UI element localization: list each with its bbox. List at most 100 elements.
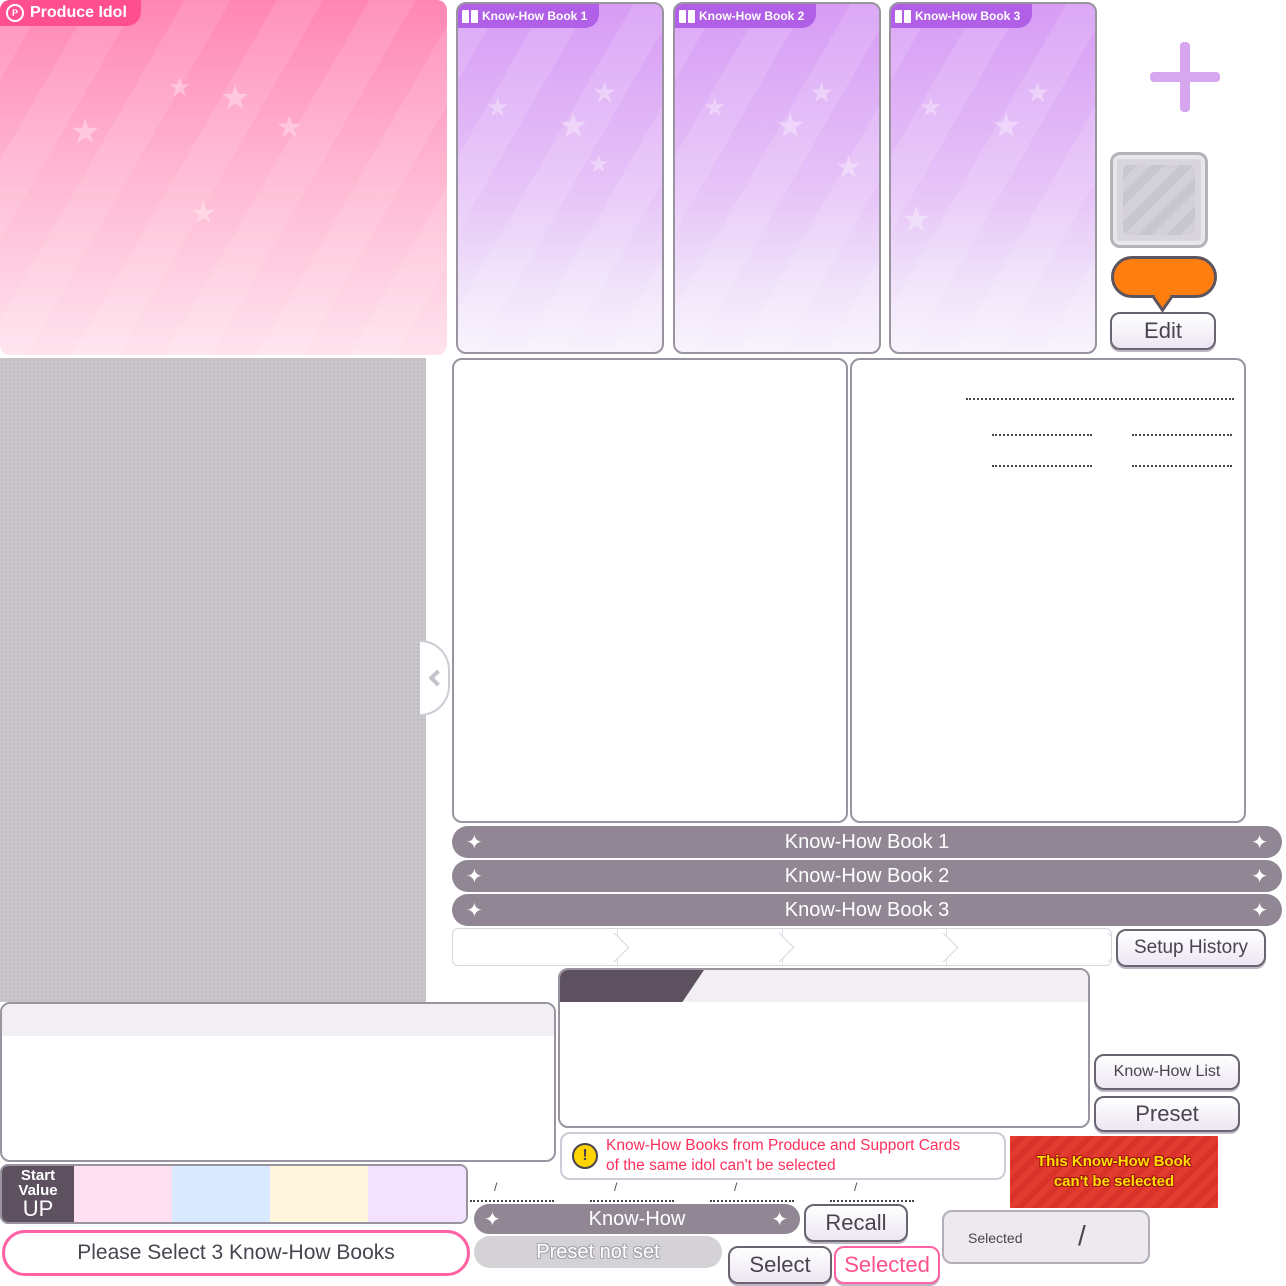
sparkle-icon: ✦ (771, 1209, 788, 1231)
star-decoration: ★ (775, 107, 806, 145)
exclamation-icon: ! (572, 1143, 598, 1169)
history-step (618, 929, 783, 965)
plus-icon[interactable] (1150, 42, 1220, 112)
knowhow-book-bar-1[interactable]: ✦ Know-How Book 1 ✦ (452, 826, 1282, 858)
book-card-label: Know-How Book 1 (458, 4, 600, 28)
edit-button[interactable]: Edit (1110, 312, 1216, 350)
sparkle-icon: ✦ (466, 866, 483, 888)
book-card-label-text: Know-How Book 3 (915, 9, 1021, 23)
knowhow-list-button[interactable]: Know-How List (1094, 1054, 1240, 1090)
bar-label: Know-How Book 1 (784, 830, 950, 853)
info-panel (0, 1002, 556, 1162)
book-card-label: Know-How Book 2 (675, 4, 817, 28)
history-step (453, 929, 618, 965)
star-decoration: ★ (276, 111, 303, 144)
detail-panel (558, 968, 1090, 1128)
setup-history-button[interactable]: Setup History (1116, 929, 1266, 967)
slot-slash: / (494, 1180, 498, 1194)
dotted-line (966, 398, 1234, 400)
start-value-label: Start Value UP (2, 1166, 74, 1222)
knowhow-book-card-2[interactable]: ★ ★ ★ ★ Know-How Book 2 (673, 2, 881, 354)
bar-label: Know-How Book 3 (784, 898, 950, 921)
bar-label: Know-How Book 2 (784, 864, 950, 887)
dotted-line (1132, 434, 1232, 436)
start-value-up-bar: Start Value UP (0, 1164, 468, 1224)
knowhow-bar-label: Know-How (588, 1207, 686, 1230)
book-icon (462, 9, 478, 23)
warning-message: ! Know-How Books from Produce and Suppor… (560, 1132, 1006, 1180)
left-gray-panel (0, 358, 426, 1002)
warning-text: Know-How Books from Produce and Support … (606, 1136, 960, 1176)
not-selectable-overlay: This Know-How Book can't be selected (1010, 1136, 1218, 1208)
sparkle-icon: ✦ (1251, 832, 1268, 854)
card-stripes (891, 4, 1095, 352)
book-card-label-text: Know-How Book 1 (482, 9, 588, 23)
content-panel-right (850, 358, 1246, 823)
dotted-line (590, 1200, 674, 1202)
star-decoration: ★ (558, 107, 589, 145)
star-decoration: ★ (703, 92, 727, 122)
warning-line-1: Know-How Books from Produce and Support … (606, 1137, 961, 1154)
dotted-line (710, 1200, 794, 1202)
knowhow-book-card-3[interactable]: ★ ★ ★ ★ Know-How Book 3 (889, 2, 1097, 354)
start-value-cell-stamina (368, 1166, 466, 1222)
history-step (947, 929, 1111, 965)
start-value-cell-vocal (74, 1166, 172, 1222)
dotted-line (470, 1200, 554, 1202)
info-panel-header (2, 1004, 554, 1036)
card-stripes (0, 0, 447, 355)
not-selectable-line-2: can't be selected (1053, 1173, 1175, 1190)
preset-not-set-label: Preset not set (474, 1236, 722, 1268)
selected-button[interactable]: Selected (834, 1246, 940, 1284)
slot-slash: / (734, 1180, 738, 1194)
select-button[interactable]: Select (728, 1246, 832, 1284)
knowhow-bar[interactable]: ✦ Know-How ✦ (474, 1204, 800, 1234)
dotted-line (992, 434, 1092, 436)
sparkle-icon: ✦ (466, 832, 483, 854)
star-decoration: ★ (592, 77, 618, 108)
dotted-line (1132, 465, 1232, 467)
book-card-label-text: Know-How Book 2 (699, 9, 805, 23)
sparkle-icon: ✦ (466, 900, 483, 922)
slot-marker: / (710, 1180, 794, 1202)
slot-slash: / (854, 1180, 858, 1194)
star-decoration: ★ (190, 197, 217, 230)
sparkle-icon: ✦ (484, 1209, 501, 1231)
produce-idol-label-text: Produce Idol (30, 4, 127, 21)
chevron-left-icon (428, 669, 446, 687)
star-decoration: ★ (220, 79, 251, 117)
book-icon (679, 9, 695, 23)
produce-p-icon: P (6, 4, 24, 22)
star-decoration: ★ (835, 151, 862, 184)
content-panel-left (452, 358, 848, 823)
empty-slot-thumbnail[interactable] (1110, 152, 1208, 248)
star-decoration: ★ (1025, 77, 1051, 108)
star-decoration: ★ (991, 107, 1022, 145)
star-decoration: ★ (901, 201, 932, 239)
knowhow-book-bar-2[interactable]: ✦ Know-How Book 2 ✦ (452, 860, 1282, 892)
produce-idol-card[interactable]: ★ ★ ★ ★ ★ P Produce Idol (0, 0, 447, 355)
star-decoration: ★ (809, 77, 835, 108)
dotted-line (992, 465, 1092, 467)
preset-button[interactable]: Preset (1094, 1096, 1240, 1132)
star-decoration: ★ (919, 92, 943, 122)
star-decoration: ★ (168, 72, 192, 102)
star-decoration: ★ (70, 113, 101, 151)
slot-slash: / (614, 1180, 618, 1194)
book-icon (895, 9, 911, 23)
star-decoration: ★ (588, 151, 610, 178)
recall-button[interactable]: Recall (804, 1204, 908, 1242)
speech-bubble-icon (1111, 256, 1217, 298)
sparkle-icon: ✦ (1251, 866, 1268, 888)
start-value-cell-visual (270, 1166, 368, 1222)
slot-marker: / (470, 1180, 554, 1202)
slot-marker: / (830, 1180, 914, 1202)
card-stripes (458, 4, 662, 352)
selected-count-label: Selected (968, 1230, 1023, 1246)
sparkle-icon: ✦ (1251, 900, 1268, 922)
knowhow-book-card-1[interactable]: ★ ★ ★ ★ Know-How Book 1 (456, 2, 664, 354)
slot-marker: / (590, 1180, 674, 1202)
star-decoration: ★ (486, 92, 510, 122)
collapse-panel-tab[interactable] (420, 640, 450, 716)
knowhow-book-bar-3[interactable]: ✦ Know-How Book 3 ✦ (452, 894, 1282, 926)
